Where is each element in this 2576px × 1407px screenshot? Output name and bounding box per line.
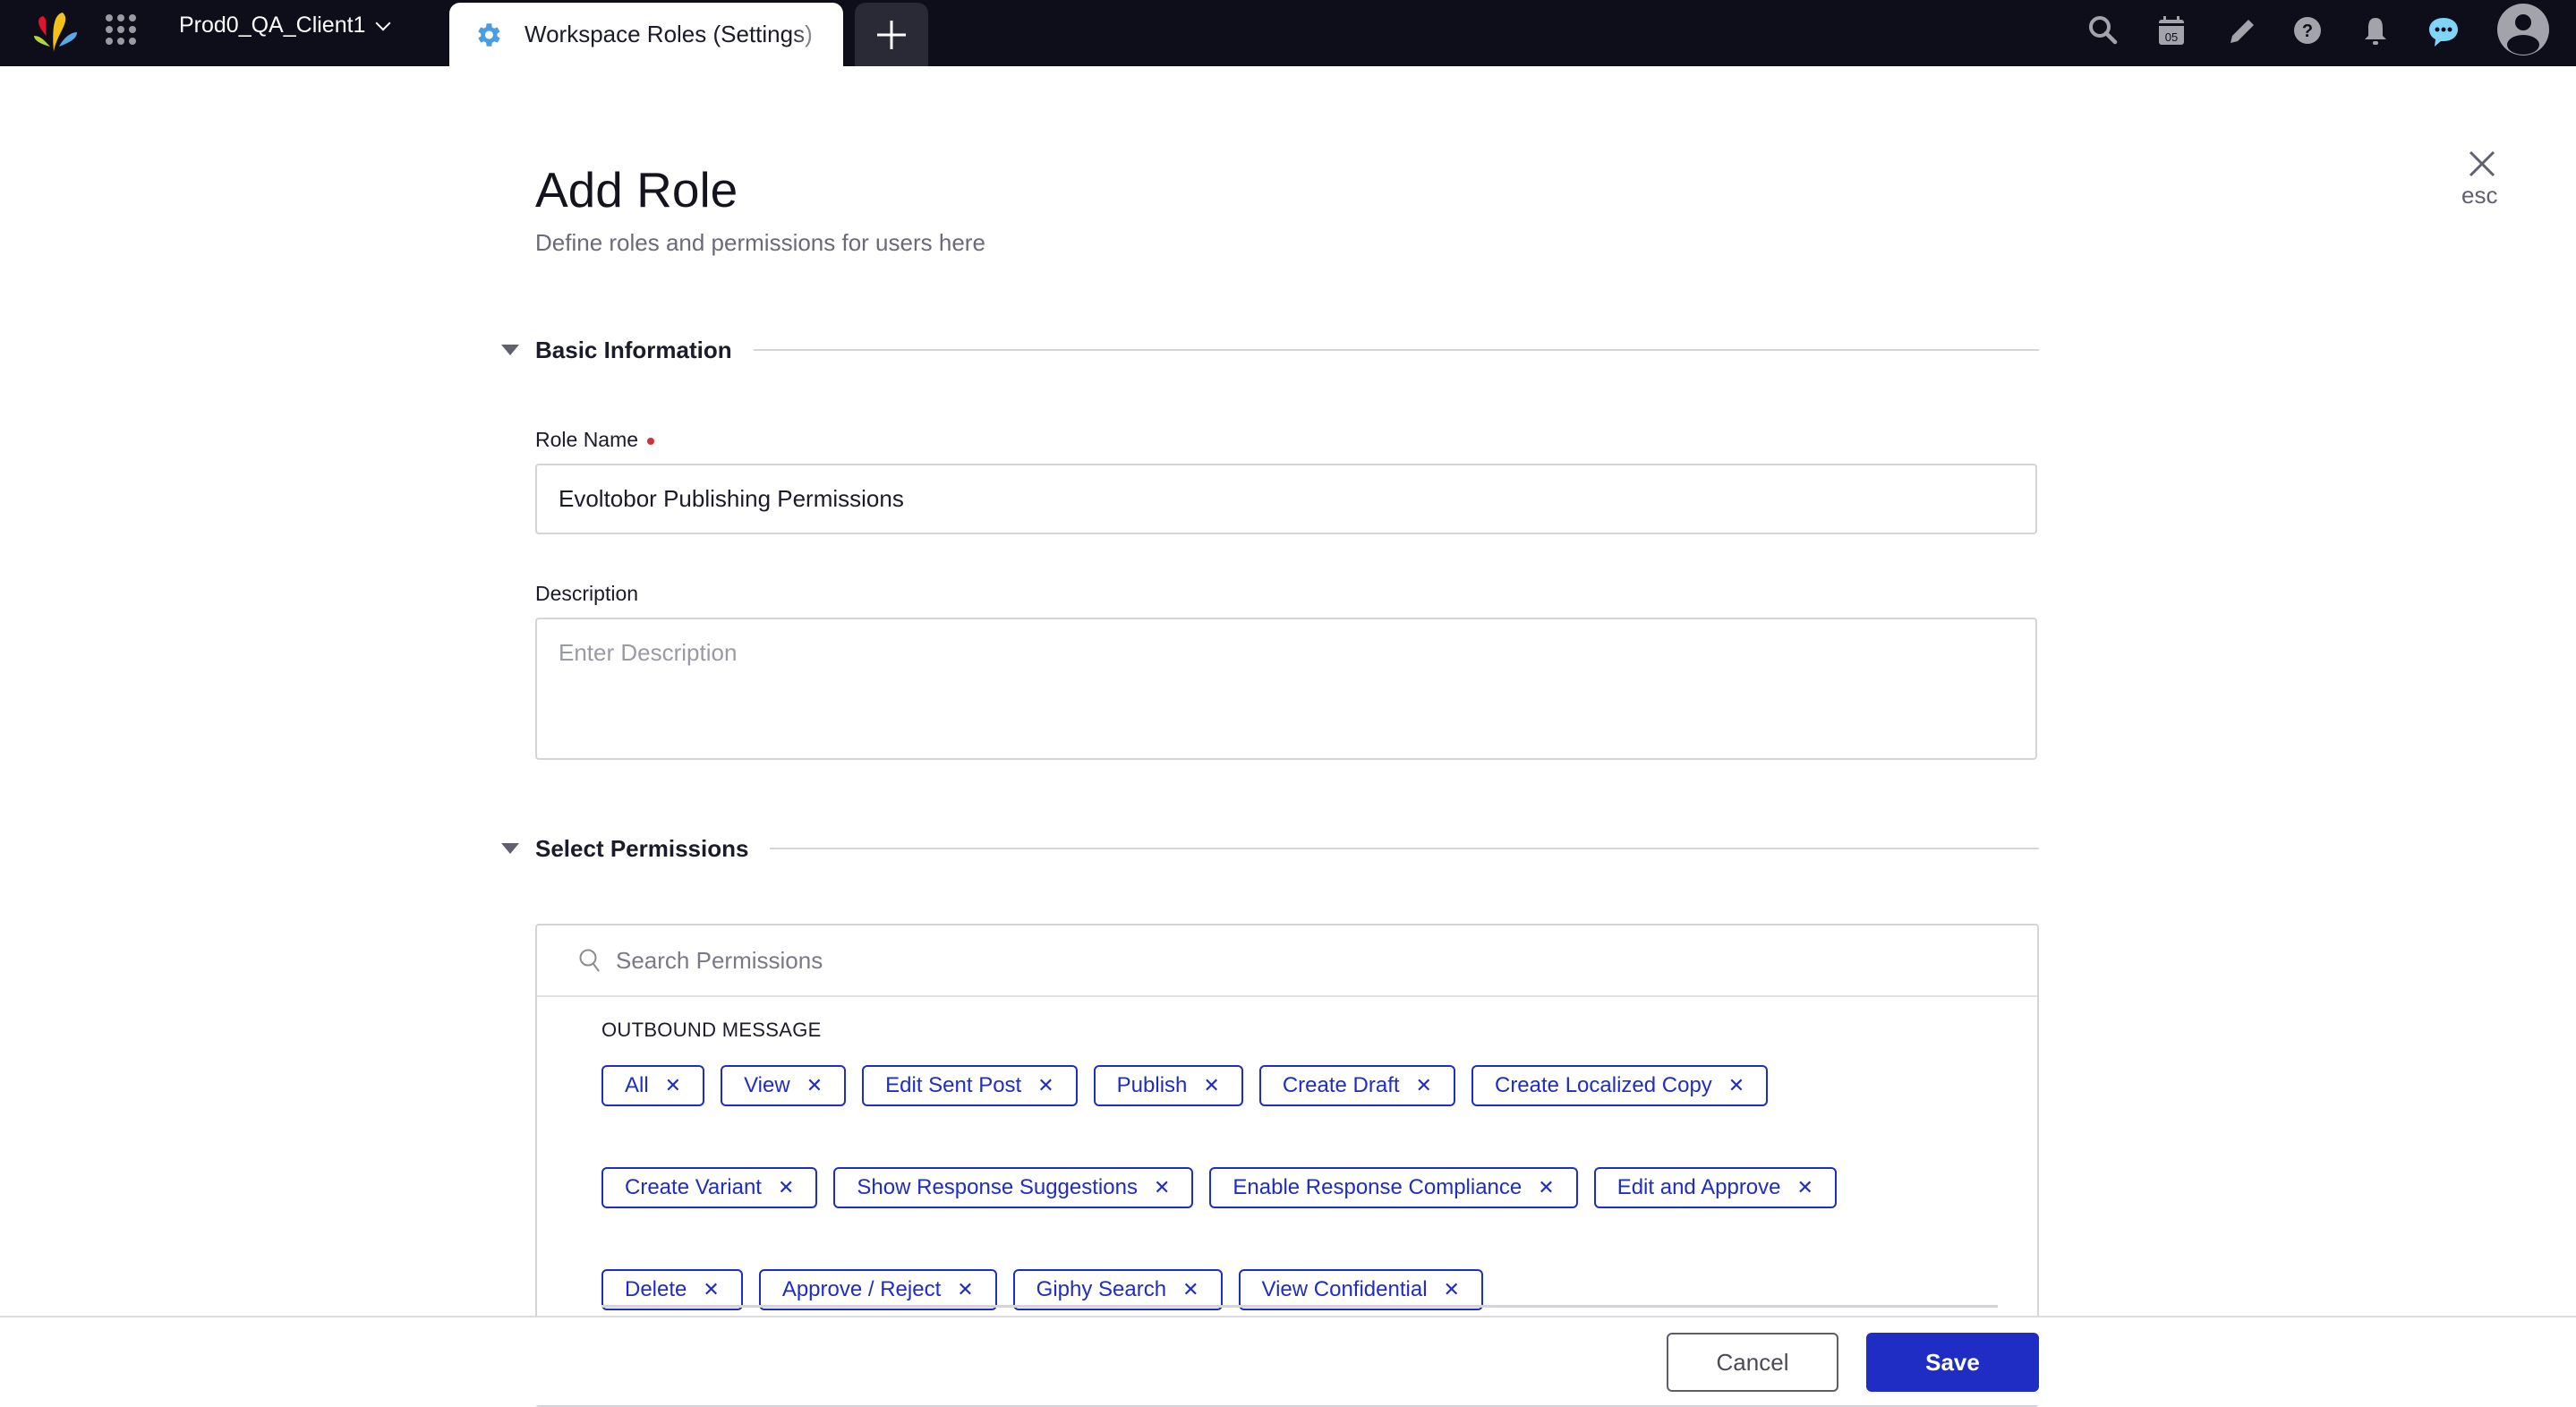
permission-tag-label: All [625, 1073, 649, 1097]
tab-workspace-roles[interactable]: Workspace Roles (Settings) [449, 3, 843, 66]
section-divider [770, 848, 2039, 849]
close-icon[interactable] [2467, 149, 2497, 179]
permission-tag-list: All ✕ View ✕ Edit Sent Post ✕ Publish ✕ Create D… [601, 1065, 1998, 1310]
permission-tag-label: Create Draft [1282, 1073, 1400, 1097]
tab-label: Workspace Roles (Settings) [525, 21, 813, 47]
remove-tag-icon[interactable]: ✕ [1203, 1074, 1219, 1097]
help-icon[interactable]: ? [2288, 11, 2327, 50]
remove-tag-icon[interactable]: ✕ [1037, 1074, 1053, 1097]
permission-tag[interactable]: Edit and Approve ✕ [1593, 1167, 1837, 1208]
permission-tag[interactable]: All ✕ [601, 1065, 705, 1106]
calendar-day: 05 [2165, 30, 2178, 44]
collapse-triangle-icon[interactable] [501, 843, 519, 854]
remove-tag-icon[interactable]: ✕ [1416, 1074, 1432, 1097]
remove-tag-icon[interactable]: ✕ [957, 1278, 973, 1301]
permission-tag[interactable]: Create Draft ✕ [1258, 1065, 1455, 1106]
gear-icon [478, 22, 500, 47]
remove-tag-icon[interactable]: ✕ [778, 1176, 794, 1199]
permission-tag[interactable]: Create Localized Copy ✕ [1471, 1065, 1769, 1106]
group-divider [601, 1305, 1998, 1308]
description-label: Description [535, 582, 639, 605]
permission-tag-label: Approve / Reject [781, 1277, 942, 1301]
save-button[interactable]: Save [1866, 1333, 2039, 1392]
remove-tag-icon[interactable]: ✕ [703, 1278, 719, 1301]
calendar-icon[interactable]: 05 [2152, 11, 2191, 50]
top-navigation-bar: Prod0_QA_Client1 Workspace Roles (Settin… [0, 0, 2576, 66]
section-select-permissions: Select Permissions [501, 831, 2039, 866]
permission-tag[interactable]: Enable Response Compliance ✕ [1209, 1167, 1578, 1208]
remove-tag-icon[interactable]: ✕ [1728, 1074, 1744, 1097]
search-icon[interactable] [2084, 11, 2123, 50]
permission-tag[interactable]: View ✕ [721, 1065, 847, 1106]
section-title: Select Permissions [535, 834, 749, 862]
permission-tag-label: Edit and Approve [1616, 1175, 1781, 1199]
bell-icon[interactable] [2356, 11, 2395, 50]
permission-tag-label: View [744, 1073, 790, 1097]
permission-search [537, 925, 2037, 997]
permission-tag-label: View Confidential [1261, 1277, 1428, 1301]
required-indicator [647, 437, 655, 445]
remove-tag-icon[interactable]: ✕ [1797, 1176, 1813, 1199]
dialog-footer: Cancel Save [0, 1316, 2576, 1405]
search-icon [579, 949, 600, 972]
permission-tag-label: Publish [1116, 1073, 1188, 1097]
permission-tag-label: Delete [625, 1277, 687, 1301]
brand-logo[interactable] [32, 11, 79, 55]
description-textarea[interactable] [535, 618, 2037, 760]
remove-tag-icon[interactable]: ✕ [665, 1074, 681, 1097]
permission-group-title: OUTBOUND MESSAGE [601, 1019, 822, 1041]
remove-tag-icon[interactable]: ✕ [806, 1074, 823, 1097]
permission-tag-label: Show Response Suggestions [857, 1175, 1138, 1199]
role-name-label-text: Role Name [535, 428, 639, 451]
collapse-triangle-icon[interactable] [501, 345, 519, 355]
cancel-button[interactable]: Cancel [1667, 1333, 1838, 1392]
permission-tag-label: Enable Response Compliance [1233, 1175, 1523, 1199]
chat-icon[interactable] [2424, 11, 2463, 50]
section-basic-information: Basic Information [501, 332, 2039, 368]
permission-tag-label: Edit Sent Post [885, 1073, 1022, 1097]
chevron-down-icon [375, 15, 391, 30]
app-launcher-icon[interactable] [106, 14, 136, 45]
page-title: Add Role [535, 162, 738, 217]
permission-tag[interactable]: Show Response Suggestions ✕ [833, 1167, 1194, 1208]
add-tab-button[interactable] [855, 3, 928, 66]
permission-tag[interactable]: Create Variant ✕ [601, 1167, 818, 1208]
workspace-name: Prod0_QA_Client1 [179, 13, 366, 38]
section-title: Basic Information [535, 336, 732, 363]
permission-tag[interactable]: Publish ✕ [1093, 1065, 1243, 1106]
remove-tag-icon[interactable]: ✕ [1154, 1176, 1170, 1199]
permission-tag[interactable]: Edit Sent Post ✕ [862, 1065, 1078, 1106]
search-permissions-input[interactable] [614, 945, 1960, 976]
avatar[interactable] [2497, 4, 2549, 55]
page-subtitle: Define roles and permissions for users h… [535, 229, 985, 256]
svg-text:?: ? [2302, 21, 2313, 41]
workspace-selector[interactable]: Prod0_QA_Client1 [179, 13, 391, 38]
pencil-icon[interactable] [2222, 11, 2261, 50]
remove-tag-icon[interactable]: ✕ [1444, 1278, 1460, 1301]
permission-tag-label: Create Localized Copy [1494, 1073, 1712, 1097]
close-shortcut-label: esc [2461, 182, 2498, 209]
remove-tag-icon[interactable]: ✕ [1538, 1176, 1554, 1199]
remove-tag-icon[interactable]: ✕ [1182, 1278, 1198, 1301]
role-name-input[interactable] [535, 464, 2037, 534]
permission-tag-label: Create Variant [625, 1175, 762, 1199]
role-name-label: Role Name [535, 428, 655, 452]
section-divider [753, 349, 2039, 351]
permission-tag-label: Giphy Search [1036, 1277, 1167, 1301]
